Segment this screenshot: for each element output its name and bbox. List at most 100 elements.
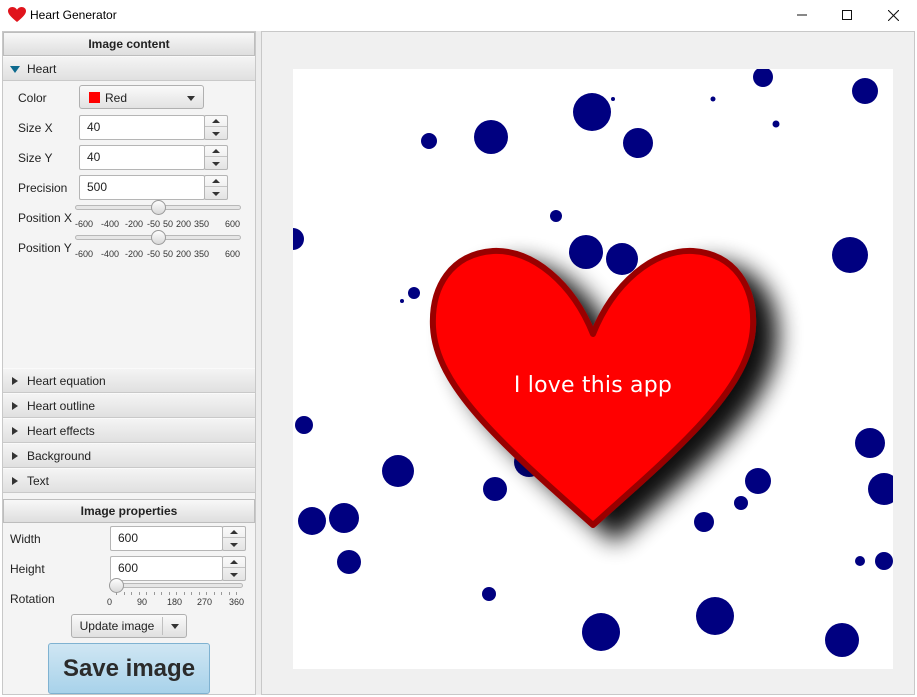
precision-input[interactable]: 500 [79, 175, 205, 200]
save-image-button[interactable]: Save image [48, 643, 210, 694]
accordion-heart-outline[interactable]: Heart outline [3, 393, 255, 418]
slider-tick-label: -400 [101, 249, 120, 259]
background-dot [483, 477, 507, 501]
minimize-button[interactable] [779, 0, 825, 30]
slider-tick-label: 360 [229, 597, 245, 607]
size-y-stepper[interactable] [204, 145, 228, 170]
decrement-button[interactable] [205, 128, 227, 139]
background-dot [606, 243, 638, 275]
rotation-slider[interactable]: 0 90 180 270 360 [107, 578, 245, 612]
decrement-button[interactable] [205, 188, 227, 199]
maximize-button[interactable] [824, 0, 870, 30]
decrement-button[interactable] [223, 539, 245, 550]
background-dot [569, 235, 603, 269]
background-dot [329, 503, 359, 533]
slider-thumb[interactable] [150, 200, 166, 215]
accordion-background[interactable]: Background [3, 443, 255, 468]
accordion-text[interactable]: Text [3, 468, 255, 493]
arrow-down-icon [230, 542, 238, 547]
background-dot [400, 299, 404, 303]
accordion-label: Heart effects [27, 424, 95, 438]
split-divider [162, 617, 163, 635]
precision-label: Precision [18, 181, 68, 195]
size-x-label: Size X [18, 121, 53, 135]
width-input[interactable]: 600 [110, 526, 223, 551]
size-x-spinner[interactable]: 40 [79, 115, 229, 140]
width-stepper[interactable] [222, 526, 246, 551]
accordion-heart-label: Heart [27, 62, 57, 76]
accordion-heart-effects[interactable]: Heart effects [3, 418, 255, 443]
settings-panel: Image content Heart Color Red Size X 40 … [2, 31, 256, 695]
increment-button[interactable] [205, 146, 227, 157]
width-label: Width [10, 532, 41, 546]
chevron-down-icon[interactable] [171, 624, 179, 629]
increment-button[interactable] [205, 176, 227, 187]
accordion-label: Background [27, 449, 92, 463]
size-y-input[interactable]: 40 [79, 145, 205, 170]
slider-track[interactable] [109, 583, 243, 588]
slider-tick-label: -50 [147, 249, 161, 259]
background-dot [832, 237, 868, 273]
background-dot [855, 428, 885, 458]
image-properties-header: Image properties [3, 499, 255, 523]
update-image-button[interactable]: Update image [71, 614, 187, 638]
background-dot [710, 96, 716, 102]
slider-tick-label: 350 [194, 219, 210, 229]
precision-stepper[interactable] [204, 175, 228, 200]
arrow-up-icon [230, 560, 238, 564]
slider-tick-label: -200 [125, 249, 144, 259]
color-label: Color [18, 91, 47, 105]
accordion-label: Heart outline [27, 399, 96, 413]
accordion-label: Heart equation [27, 374, 106, 388]
maximize-icon [842, 10, 852, 20]
background-dot [852, 78, 878, 104]
size-x-input[interactable]: 40 [79, 115, 205, 140]
slider-tick-label: 0 [107, 597, 113, 607]
accordion-label: Text [27, 474, 50, 488]
decrement-button[interactable] [205, 158, 227, 169]
width-spinner[interactable]: 600 [110, 526, 260, 551]
background-dot [582, 613, 620, 651]
increment-button[interactable] [223, 557, 245, 568]
slider-tick-mark [236, 592, 237, 595]
slider-tick-label: 600 [225, 249, 241, 259]
slider-tick-label: 50 [163, 219, 174, 229]
heart-icon [8, 7, 26, 23]
expanded-arrow-icon [10, 66, 20, 73]
color-select[interactable]: Red [79, 85, 204, 109]
size-y-spinner[interactable]: 40 [79, 145, 229, 170]
slider-tick-label: -600 [75, 219, 94, 229]
slider-tick-mark [146, 592, 147, 595]
slider-tick-mark [198, 592, 200, 595]
slider-tick-mark [131, 592, 132, 595]
increment-button[interactable] [223, 527, 245, 538]
slider-tick-label: 600 [225, 219, 241, 229]
slider-thumb[interactable] [109, 578, 124, 593]
slider-tick-mark [191, 592, 192, 595]
slider-thumb[interactable] [150, 230, 166, 245]
size-x-stepper[interactable] [204, 115, 228, 140]
position-x-slider[interactable]: -600 -400 -200 -50 50 200 350 600 [75, 200, 241, 234]
increment-button[interactable] [205, 116, 227, 127]
position-y-slider[interactable]: -600 -400 -200 -50 50 200 350 600 [75, 230, 241, 264]
precision-spinner[interactable]: 500 [79, 175, 229, 200]
background-dot [734, 496, 748, 510]
heart-caption: I love this app [513, 373, 673, 398]
title-bar: Heart Generator [0, 0, 917, 30]
image-content-header: Image content [3, 32, 255, 56]
close-button[interactable] [870, 0, 916, 30]
accordion-heart[interactable]: Heart [3, 56, 255, 81]
position-y-label: Position Y [18, 241, 72, 255]
background-dot [293, 228, 304, 250]
slider-tick-mark [206, 592, 207, 595]
chevron-down-icon [187, 96, 195, 101]
accordion-heart-equation[interactable]: Heart equation [3, 368, 255, 393]
background-dot [298, 507, 326, 535]
arrow-up-icon [212, 179, 220, 183]
preview-canvas [293, 69, 893, 657]
update-image-label: Update image [79, 619, 155, 633]
background-dot [474, 120, 508, 154]
background-dot [337, 550, 361, 574]
arrow-down-icon [212, 131, 220, 136]
arrow-up-icon [212, 119, 220, 123]
